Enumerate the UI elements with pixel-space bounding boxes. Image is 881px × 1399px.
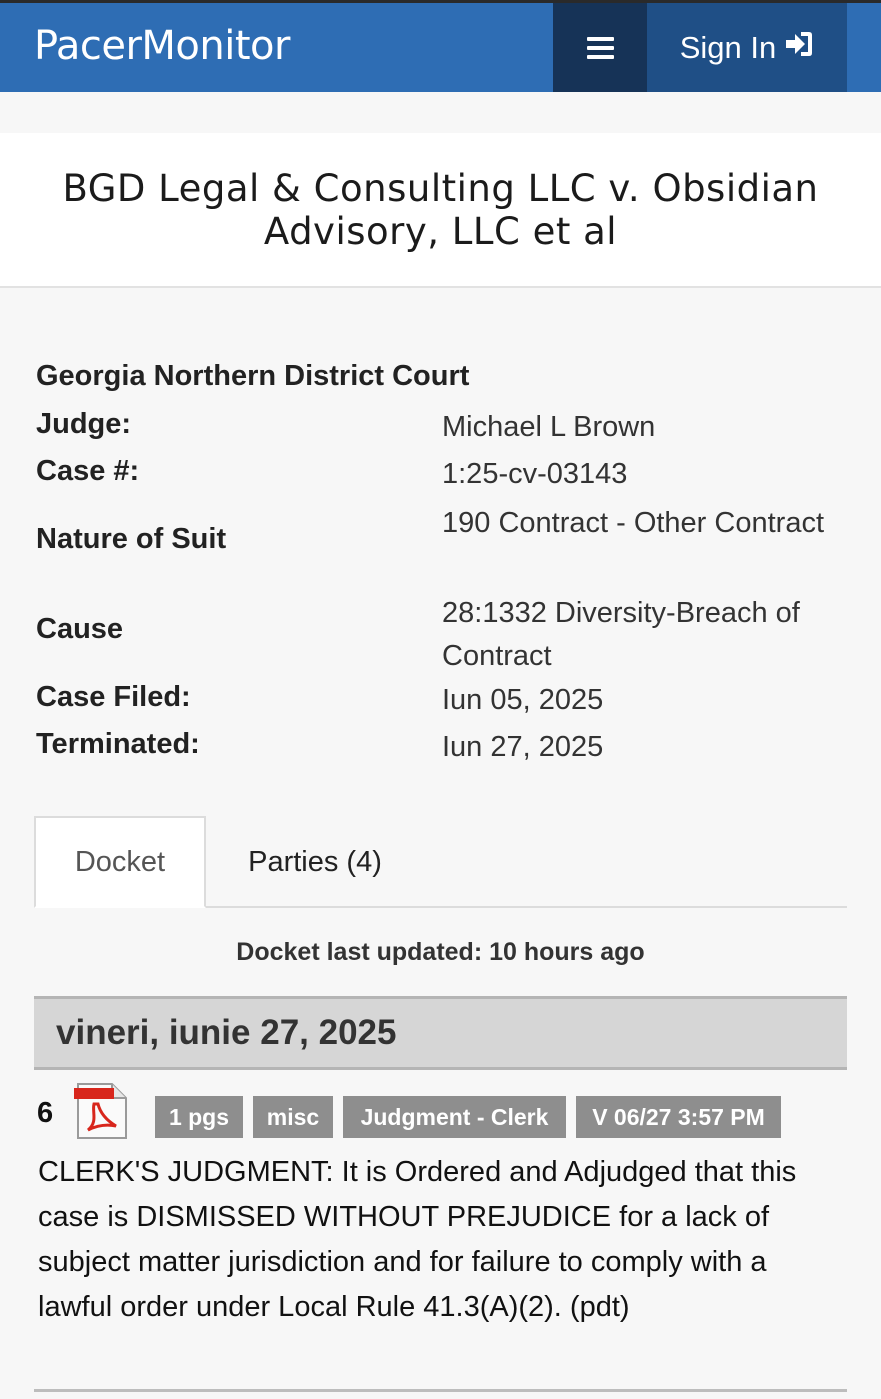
field-value: 1:25-cv-03143	[442, 458, 628, 490]
field-label: Case Filed:	[36, 681, 191, 713]
case-title: BGD Legal & Consulting LLC v. Obsidian A…	[62, 166, 819, 253]
entry-divider	[34, 1389, 847, 1392]
menu-button[interactable]	[553, 3, 647, 92]
docket-date-heading: vineri, iunie 27, 2025	[34, 996, 847, 1070]
badge-timestamp: V 06/27 3:57 PM	[576, 1096, 781, 1138]
field-label: Cause	[36, 613, 124, 645]
date-heading-text: vineri, iunie 27, 2025	[56, 1013, 397, 1052]
field-label: Terminated:	[36, 728, 200, 760]
tab-docket[interactable]: Docket	[34, 816, 206, 908]
badge-type: Judgment - Clerk	[343, 1096, 566, 1138]
sign-in-label: Sign In	[679, 29, 777, 65]
pdf-icon[interactable]	[72, 1082, 130, 1140]
badge-pages: 1 pgs	[155, 1096, 243, 1138]
field-label: Case #:	[36, 455, 140, 487]
sign-in-button[interactable]: Sign In	[647, 3, 847, 92]
docket-updated-text: Docket last updated: 10 hours ago	[236, 938, 645, 966]
field-value: Iun 05, 2025	[442, 684, 604, 716]
hamburger-menu-icon	[586, 36, 614, 59]
court-name: Georgia Northern District Court	[36, 360, 470, 392]
case-title-section: BGD Legal & Consulting LLC v. Obsidian A…	[0, 133, 881, 288]
tab-bar: Docket Parties (4)	[34, 816, 847, 908]
field-value: Iun 27, 2025	[442, 731, 604, 763]
sign-in-icon	[784, 30, 814, 66]
tab-parties[interactable]: Parties (4)	[206, 816, 424, 908]
entry-description: CLERK'S JUDGMENT: It is Ordered and Adju…	[38, 1156, 797, 1323]
field-value: 190 Contract - Other Contract	[442, 507, 824, 539]
field-label: Nature of Suit	[36, 523, 227, 555]
badge-category: misc	[253, 1096, 333, 1138]
top-navbar: PacerMonitor Sign In	[0, 0, 881, 92]
field-label: Judge:	[36, 408, 132, 440]
brand-logo[interactable]: PacerMonitor	[34, 23, 290, 69]
field-value: Michael L Brown	[442, 411, 656, 443]
entry-number: 6	[37, 1097, 54, 1129]
field-value: 28:1332 Diversity-Breach of Contract	[442, 597, 800, 672]
